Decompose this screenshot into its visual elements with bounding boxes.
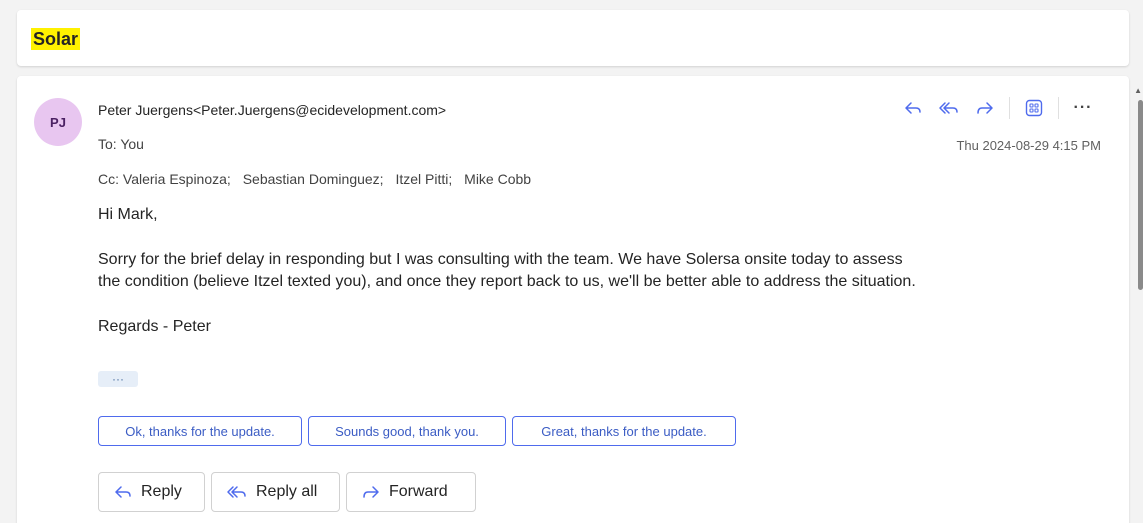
forward-label: Forward — [389, 483, 448, 500]
greeting: Hi Mark, — [98, 206, 158, 223]
body-line: the condition (believe Itzel texted you)… — [98, 273, 916, 290]
forward-footer-button[interactable]: Forward — [346, 472, 476, 512]
subject-title: Solar — [31, 28, 81, 50]
suggested-reply[interactable]: Sounds good, thank you. — [308, 416, 506, 446]
reply-actions: Reply Reply all Forward — [98, 472, 476, 512]
suggested-reply[interactable]: Ok, thanks for the update. — [98, 416, 302, 446]
cc-recipient[interactable]: Sebastian Dominguez; — [243, 171, 384, 187]
suggested-replies: Ok, thanks for the update. Sounds good, … — [98, 416, 736, 446]
more-actions-button[interactable]: ··· — [1065, 94, 1101, 122]
message-body: Hi Mark, Sorry for the brief delay in re… — [98, 204, 1098, 338]
signoff: Regards - Peter — [98, 318, 211, 335]
apps-button[interactable] — [1016, 94, 1052, 122]
scrollbar[interactable]: ▲ — [1134, 76, 1143, 523]
sender[interactable]: Peter Juergens<Peter.Juergens@ecidevelop… — [98, 102, 446, 118]
cc-recipient[interactable]: Mike Cobb — [464, 171, 531, 187]
reply-button[interactable] — [895, 94, 931, 122]
cc-line: Cc: Valeria Espinoza; Sebastian Domingue… — [98, 171, 539, 187]
show-trimmed-content-button[interactable]: ··· — [98, 371, 138, 387]
reply-label: Reply — [141, 483, 182, 500]
separator — [1009, 97, 1010, 119]
apps-icon — [1025, 99, 1043, 117]
avatar-initials: PJ — [50, 114, 66, 130]
scroll-up-icon[interactable]: ▲ — [1134, 86, 1142, 95]
suggested-reply[interactable]: Great, thanks for the update. — [512, 416, 736, 446]
reply-all-button[interactable] — [931, 94, 967, 122]
timestamp: Thu 2024-08-29 4:15 PM — [956, 138, 1101, 153]
more-icon: ··· — [1073, 99, 1093, 116]
reply-icon — [905, 102, 921, 114]
separator — [1058, 97, 1059, 119]
reply-all-icon — [227, 486, 246, 498]
message-actions: ··· — [895, 94, 1101, 122]
cc-recipient[interactable]: Itzel Pitti; — [395, 171, 452, 187]
to-label: To: — [98, 136, 117, 152]
reply-all-label: Reply all — [256, 483, 318, 500]
message-card: PJ Peter Juergens<Peter.Juergens@ecideve… — [17, 76, 1129, 523]
body-paragraph: Sorry for the brief delay in responding … — [98, 249, 1098, 293]
cc-recipient[interactable]: Valeria Espinoza; — [123, 171, 231, 187]
to-line: To: You — [98, 136, 144, 152]
reply-all-icon — [939, 102, 958, 114]
reply-icon — [115, 486, 131, 498]
forward-button[interactable] — [967, 94, 1003, 122]
reply-all-footer-button[interactable]: Reply all — [211, 472, 340, 512]
forward-icon — [977, 102, 993, 114]
subject-bar: Solar — [17, 10, 1129, 66]
reply-footer-button[interactable]: Reply — [98, 472, 205, 512]
forward-icon — [363, 486, 379, 498]
scroll-thumb[interactable] — [1138, 100, 1143, 290]
avatar[interactable]: PJ — [34, 98, 82, 146]
cc-label: Cc: — [98, 171, 119, 187]
to-recipient[interactable]: You — [120, 136, 144, 152]
body-line: Sorry for the brief delay in responding … — [98, 251, 903, 268]
